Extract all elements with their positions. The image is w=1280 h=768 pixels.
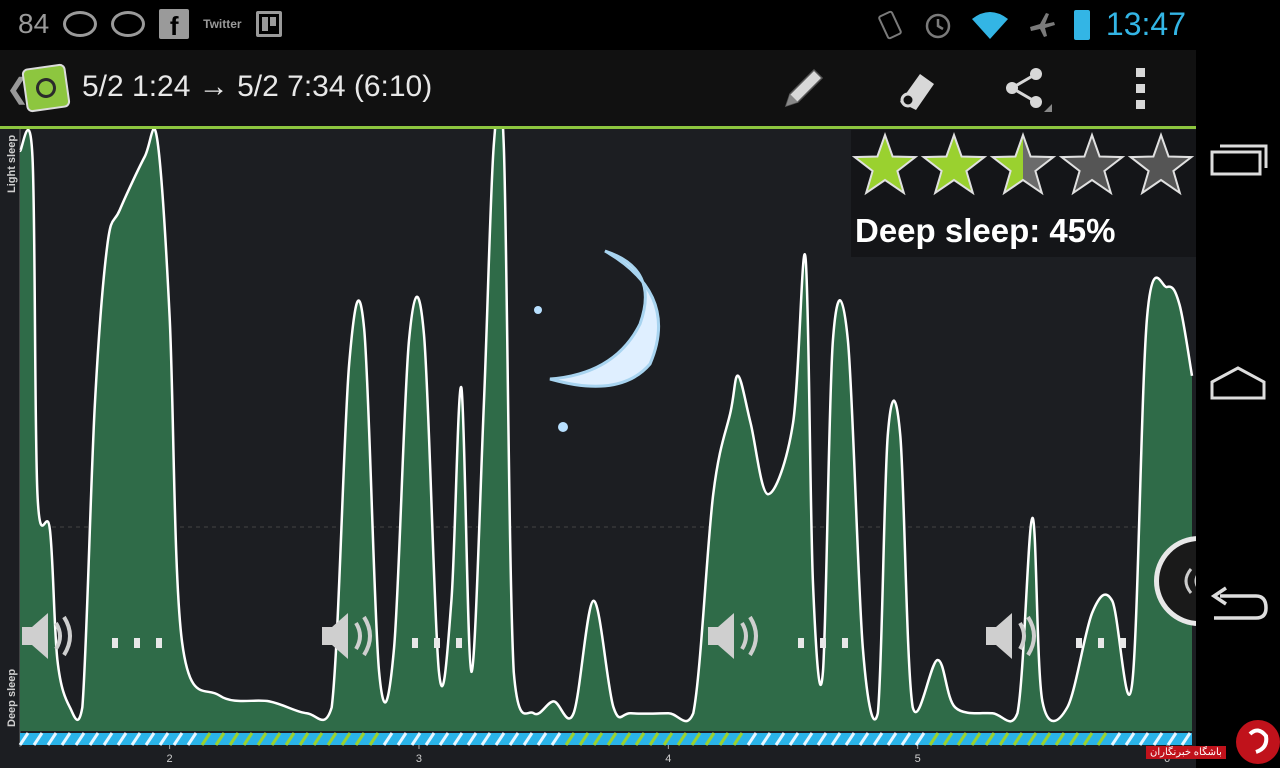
moon-decoration [534,249,661,432]
deep-sleep-summary: Deep sleep: 45% [855,212,1116,249]
home-icon[interactable] [1208,364,1268,404]
airplane-icon [1029,12,1055,37]
noise-marker [112,638,118,648]
edit-icon [784,68,824,108]
chat-bubble-icon [63,11,98,37]
rating-star-icon[interactable] [851,131,919,196]
facebook-icon: f [159,9,190,41]
noise-marker [134,638,140,648]
rating-star-icon[interactable] [1058,131,1126,196]
rating-star-icon[interactable] [1127,131,1195,196]
noise-marker [1076,638,1082,648]
watermark-text: باشگاه خبرنگاران [1146,746,1226,759]
notification-count: 84 [18,8,50,39]
x-axis-ticks: 234567 [167,745,1170,765]
action-bar: ❮ 5/2 1:24 → 5/2 7:34 (6:10) [0,50,1196,129]
noise-marker [820,638,826,648]
share-icon [1006,68,1052,112]
noise-marker [456,638,462,648]
app-logo-icon[interactable] [21,63,71,113]
page-title: 5/2 1:24 → 5/2 7:34 (6:10) [82,70,433,103]
wifi-icon [971,11,1008,39]
noise-marker [1098,638,1104,648]
alarm-icon [925,13,951,38]
noise-marker [798,638,804,648]
tag-button[interactable] [888,64,944,112]
star-rating[interactable] [851,130,1196,204]
noise-marker [412,638,418,648]
tag-icon [900,74,934,110]
y-label-light: Light sleep [6,134,18,193]
recent-apps-icon[interactable] [1208,140,1268,180]
moon-icon [549,249,661,388]
rating-star-icon[interactable] [989,131,1057,196]
star-dot-icon [558,422,568,432]
watermark-logo [1236,720,1280,764]
x-tick-label: 3 [416,753,422,765]
battery-icon [1073,9,1090,40]
overflow-menu-icon [1136,68,1145,109]
noise-marker [1120,638,1126,648]
noise-marker [842,638,848,648]
clock: 13:47 [1105,6,1186,42]
x-tick-label: 4 [665,753,671,765]
chat-bubble-icon [111,11,146,37]
y-label-deep: Deep sleep [6,668,18,727]
edit-button[interactable] [776,64,832,112]
system-status: 13:47 [874,6,1186,43]
share-button[interactable] [998,64,1054,112]
twitter-icon: Twitter [203,17,242,31]
overflow-menu-button[interactable] [1112,64,1168,112]
star-dot-icon [534,306,542,314]
trello-icon [255,11,282,37]
rating-star-icon[interactable] [920,131,988,196]
x-tick-label: 2 [167,753,173,765]
status-bar: 84 f Twitter 13:47 [0,0,1196,50]
noise-marker [156,638,162,648]
vibrate-icon [878,10,902,39]
x-tick-label: 5 [915,753,921,765]
notification-area: 84 f Twitter [18,8,282,41]
noise-marker [434,638,440,648]
navigation-bar [1196,0,1280,768]
noise-events-layer [22,613,1126,659]
back-icon[interactable] [1206,586,1272,626]
